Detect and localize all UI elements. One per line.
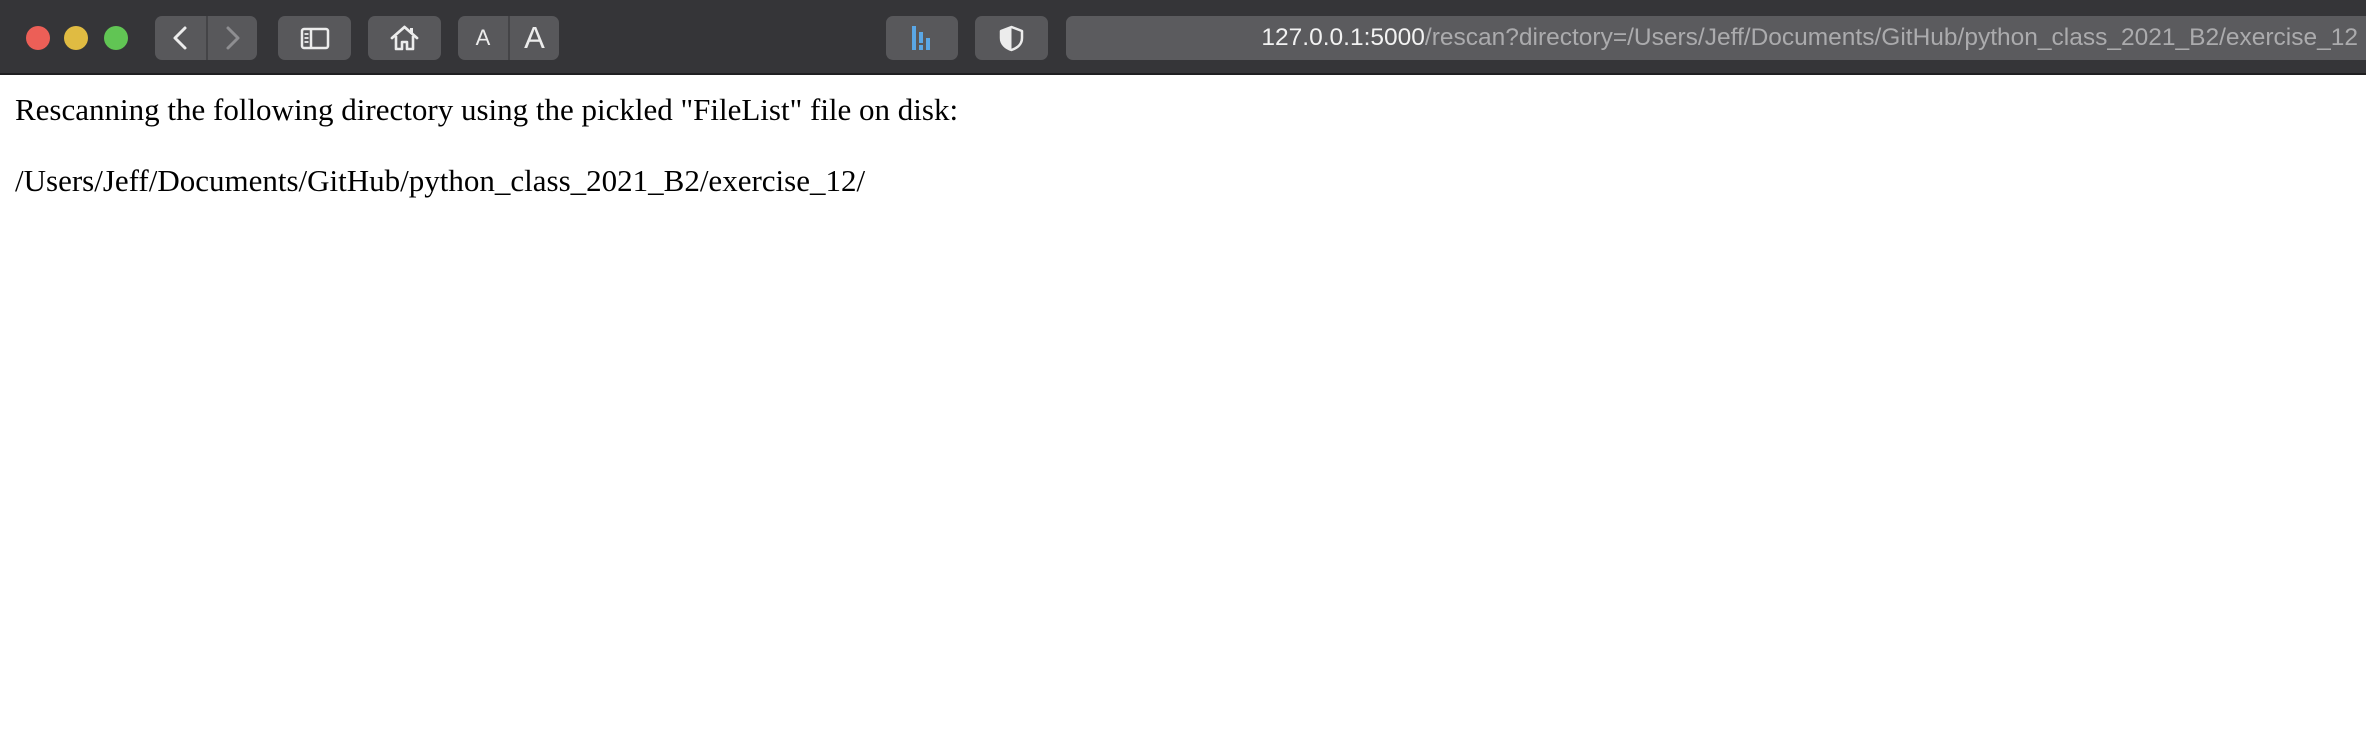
minimize-window-button[interactable] — [64, 26, 88, 50]
increase-text-size-button[interactable]: A — [510, 16, 559, 60]
chevron-right-icon — [226, 26, 240, 50]
chevron-left-icon — [173, 26, 187, 50]
url-host: 127.0.0.1:5000 — [1261, 24, 1425, 51]
maximize-window-button[interactable] — [104, 26, 128, 50]
page-content: Rescanning the following directory using… — [0, 77, 2366, 752]
decrease-text-size-button[interactable]: A — [458, 16, 508, 60]
browser-toolbar: A A 127.0.0.1:5000/rescan?directory=/Use… — [0, 0, 2366, 75]
shield-icon — [999, 25, 1024, 52]
forward-button[interactable] — [208, 16, 257, 60]
rescan-message: Rescanning the following directory using… — [15, 92, 959, 127]
privacy-report-button[interactable] — [975, 16, 1048, 60]
browser-window: A A 127.0.0.1:5000/rescan?directory=/Use… — [0, 0, 2366, 752]
sidebar-icon — [300, 27, 330, 50]
home-button[interactable] — [368, 16, 441, 60]
navigation-buttons — [155, 16, 257, 60]
home-icon — [390, 25, 419, 51]
extension-icon — [912, 26, 930, 50]
text-size-buttons: A A — [458, 16, 559, 60]
directory-path: /Users/Jeff/Documents/GitHub/python_clas… — [15, 163, 866, 198]
close-window-button[interactable] — [26, 26, 50, 50]
sidebar-button[interactable] — [278, 16, 351, 60]
url-path: /rescan?directory=/Users/Jeff/Documents/… — [1424, 24, 2358, 51]
address-bar[interactable]: 127.0.0.1:5000/rescan?directory=/Users/J… — [1066, 16, 2366, 60]
extension-button[interactable] — [886, 16, 958, 60]
back-button[interactable] — [155, 16, 206, 60]
url-text: 127.0.0.1:5000/rescan?directory=/Users/J… — [1261, 16, 2358, 60]
